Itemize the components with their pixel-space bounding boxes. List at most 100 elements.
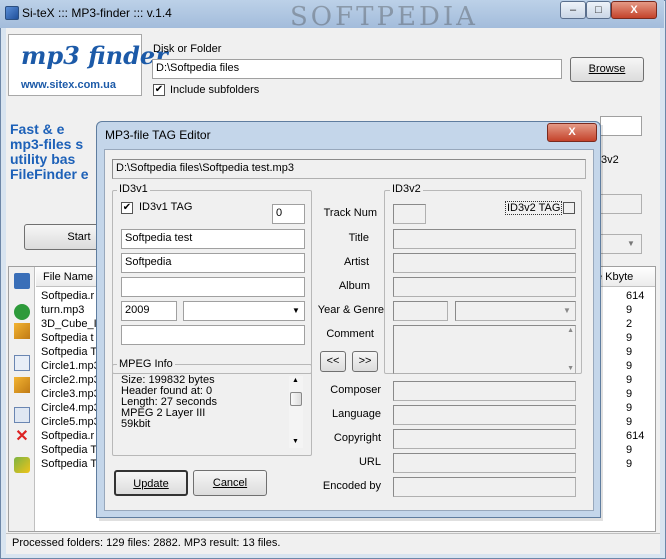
edit-tag-icon[interactable] <box>14 323 30 339</box>
id3v2-title-input <box>393 229 576 249</box>
dialog-title: MP3-file TAG Editor <box>105 128 211 142</box>
file-size-cell: 9 <box>626 304 633 316</box>
play-icon[interactable] <box>14 304 30 320</box>
close-button[interactable]: X <box>611 1 657 19</box>
table-row[interactable]: Circle1.mp3 <box>41 360 100 372</box>
table-row[interactable]: Softpedia.r <box>41 430 94 442</box>
mpeg-info-scrollbar[interactable]: ▲ ▼ <box>289 376 303 448</box>
file-size-cell: 9 <box>626 346 633 358</box>
include-subfolders-checkbox[interactable]: ✔ <box>153 84 165 96</box>
id3v1-album-input[interactable] <box>121 277 305 297</box>
table-row[interactable]: Softpedia.r <box>41 290 94 302</box>
main-titlebar[interactable]: Si-teX ::: MP3-finder ::: v.1.4 SOFTPEDI… <box>0 0 664 32</box>
id3v2-album-input <box>393 277 576 297</box>
right-peek-field <box>600 116 642 136</box>
disk-folder-label: Disk or Folder <box>153 43 222 55</box>
composer-label: Composer <box>330 384 381 396</box>
mp3-finder-logo: mp3 finder <box>21 41 168 70</box>
title-label: Title <box>348 232 369 244</box>
right-peek-id3v2-label: 3v2 <box>601 154 619 166</box>
track-num-label: Track Num <box>323 207 377 219</box>
minimize-button[interactable]: – <box>560 1 586 19</box>
id3v2-year-input <box>393 301 448 321</box>
file-size-cell: 9 <box>626 402 633 414</box>
id3v1-genre-select[interactable] <box>183 301 305 321</box>
id3v2-group-label: ID3v2 <box>390 183 423 195</box>
pencil-icon[interactable] <box>14 377 30 393</box>
chevron-down-icon: ▼ <box>563 306 571 315</box>
id3v2-genre-select <box>455 301 576 321</box>
table-row[interactable]: Softpedia T <box>41 346 97 358</box>
id3v1-group-label: ID3v1 <box>117 183 150 195</box>
id3v1-year-input[interactable]: 2009 <box>121 301 177 321</box>
chevron-down-icon[interactable]: ▼ <box>289 303 303 319</box>
list-toolbar: ✕ <box>9 267 35 531</box>
scroll-up-icon[interactable]: ▲ <box>292 377 299 384</box>
column-file-name[interactable]: File Name <box>43 271 93 283</box>
table-row[interactable]: Softpedia t <box>41 332 94 344</box>
app-icon <box>5 6 19 20</box>
table-row[interactable]: Softpedia T <box>41 444 97 456</box>
copy-right-button[interactable]: >> <box>352 351 378 372</box>
url-label: URL <box>358 456 381 468</box>
table-row[interactable]: Softpedia T <box>41 458 97 470</box>
file-size-cell: 2 <box>626 318 633 330</box>
comment-label: Comment <box>326 328 374 340</box>
table-row[interactable]: 3D_Cube_I <box>41 318 97 330</box>
document-icon[interactable] <box>14 355 30 371</box>
id3v1-track-input[interactable]: 0 <box>272 204 305 224</box>
id3v2-track-input <box>393 204 426 224</box>
file-size-cell: 614 <box>626 290 645 302</box>
language-label: Language <box>332 408 381 420</box>
file-size-cell: 614 <box>626 430 645 442</box>
artist-label: Artist <box>343 256 369 268</box>
scroll-up-icon: ▲ <box>567 327 574 334</box>
update-button[interactable]: Update <box>114 470 188 496</box>
browse-button-label: Browse <box>588 63 626 75</box>
window-title: Si-teX ::: MP3-finder ::: v.1.4 <box>22 6 172 20</box>
maximize-button[interactable]: □ <box>586 1 611 19</box>
id3v1-comment-input[interactable] <box>121 325 305 345</box>
table-row[interactable]: Circle5.mp3 <box>41 416 100 428</box>
scroll-thumb[interactable] <box>290 392 302 406</box>
id3v2-artist-input <box>393 253 576 273</box>
table-icon[interactable] <box>14 273 30 289</box>
logo-url: www.sitex.com.ua <box>21 79 116 91</box>
id3v1-title-input[interactable]: Softpedia test <box>121 229 305 249</box>
year-genre-label: Year & Genre <box>317 304 384 316</box>
id3v2-tag-label: ID3v2 TAG <box>505 201 563 215</box>
copy-icon[interactable] <box>14 407 30 423</box>
table-row[interactable]: Circle4.mp3 <box>41 402 100 414</box>
id3v2-copyright-input <box>393 429 576 449</box>
dialog-close-button[interactable]: X <box>547 123 597 142</box>
file-size-cell: 9 <box>626 360 633 372</box>
cancel-button[interactable]: Cancel <box>193 470 267 496</box>
table-row[interactable]: Circle2.mp3 <box>41 374 100 386</box>
encoded-by-label: Encoded by <box>322 480 381 492</box>
statusbar: Processed folders: 129 files: 2882. MP3 … <box>6 533 660 553</box>
export-icon[interactable] <box>14 457 30 473</box>
id3v2-tag-checkbox[interactable] <box>563 202 575 214</box>
mpeg-info-line: 59kbit <box>121 418 151 430</box>
scroll-down-icon[interactable]: ▼ <box>292 438 299 445</box>
logo-panel: mp3 finder www.sitex.com.ua <box>8 34 168 96</box>
file-size-cell: 9 <box>626 374 633 386</box>
album-label: Album <box>338 280 370 292</box>
mpeg-info-group-label: MPEG Info <box>117 358 175 370</box>
chevron-down-icon: ▼ <box>627 239 635 248</box>
browse-button[interactable]: Browse <box>570 57 644 82</box>
update-button-label: Update <box>133 478 169 490</box>
dialog-client: D:\Softpedia files\Softpedia test.mp3 ID… <box>104 149 594 511</box>
file-size-cell: 9 <box>626 458 633 470</box>
id3v1-tag-checkbox[interactable]: ✔ <box>121 202 133 214</box>
id3v1-tag-label: ID3v1 TAG <box>139 201 193 213</box>
tag-editor-dialog: MP3-file TAG Editor X D:\Softpedia files… <box>96 121 601 518</box>
file-size-cell: 9 <box>626 416 633 428</box>
id3v1-artist-input[interactable]: Softpedia <box>121 253 305 273</box>
copy-left-button[interactable]: << <box>320 351 346 372</box>
delete-icon[interactable]: ✕ <box>14 429 30 445</box>
folder-path-input[interactable]: D:\Softpedia files <box>152 59 562 79</box>
cancel-button-label: Cancel <box>212 477 248 489</box>
table-row[interactable]: turn.mp3 <box>41 304 84 316</box>
table-row[interactable]: Circle3.mp3 <box>41 388 100 400</box>
